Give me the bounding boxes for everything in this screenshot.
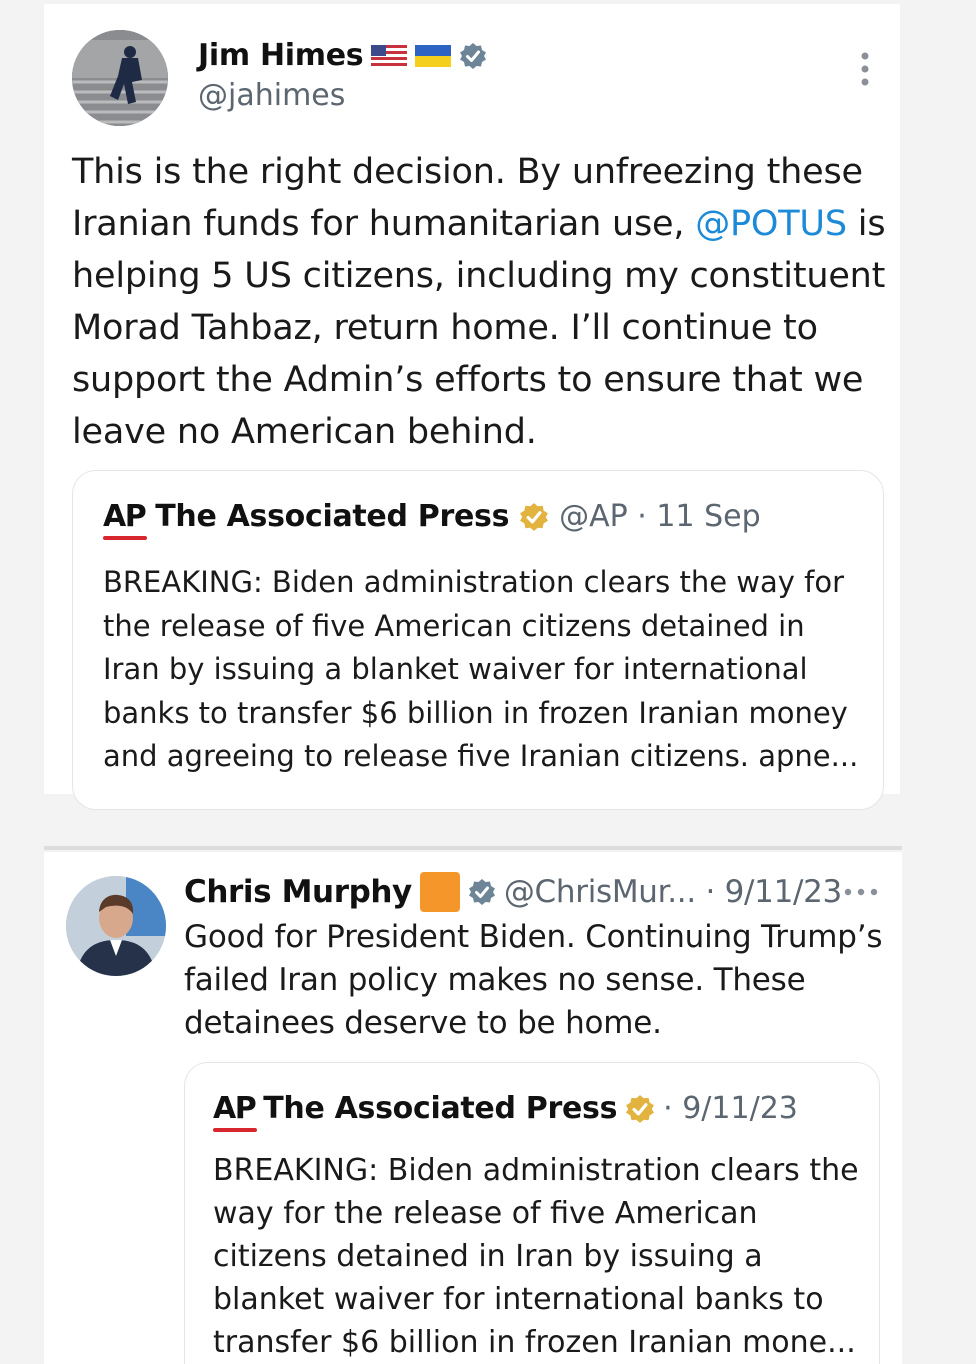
verified-badge-icon[interactable] <box>468 878 496 906</box>
more-vertical-icon[interactable] <box>860 52 870 86</box>
more-horizontal-icon[interactable] <box>844 882 878 896</box>
quoted-tweet-ap[interactable]: AP The Associated Press @AP · 11 Sep BRE… <box>72 470 884 810</box>
screenshot-page: Jim Himes @jahimes This is the right dec… <box>0 0 976 1364</box>
author-handle-date[interactable]: @ChrisMur... · 9/11/23 <box>504 874 842 910</box>
tweet-text: Good for President Biden. Continuing Tru… <box>184 919 883 1041</box>
tweet-jim-himes[interactable]: Jim Himes @jahimes This is the right dec… <box>44 4 900 810</box>
quoted-date: · 9/11/23 <box>663 1091 798 1126</box>
quoted-tweet-text: BREAKING: Biden administration clears th… <box>213 1153 859 1360</box>
quoted-handle-date: @AP · 11 Sep <box>559 499 761 534</box>
gold-verified-badge-icon <box>625 1094 655 1124</box>
ap-logo: AP <box>103 498 148 540</box>
mention-link[interactable]: @POTUS <box>695 204 847 244</box>
avatar-jim-himes[interactable] <box>72 30 168 126</box>
quoted-author-name[interactable]: The Associated Press <box>155 499 509 534</box>
quoted-author-name[interactable]: The Associated Press <box>263 1091 617 1126</box>
tweet-text: This is the right decision. By unfreezin… <box>72 146 892 458</box>
divider <box>44 846 902 850</box>
quoted-tweet-text: BREAKING: Biden administration clears th… <box>103 565 859 773</box>
avatar-chris-murphy[interactable] <box>66 876 166 976</box>
flag-ukraine-icon <box>415 44 452 67</box>
flag-us-icon <box>371 44 408 67</box>
author-row: Jim Himes <box>198 38 487 73</box>
ap-logo: AP <box>213 1090 258 1132</box>
author-name[interactable]: Jim Himes <box>198 38 364 73</box>
author-name[interactable]: Chris Murphy <box>184 874 412 910</box>
verified-badge-icon[interactable] <box>459 42 487 70</box>
tweet-chris-murphy[interactable]: Chris Murphy @ChrisMur... · 9/11/23 Good… <box>44 852 902 1364</box>
orange-square-emoji-icon <box>419 872 460 912</box>
gold-verified-badge-icon <box>519 502 549 532</box>
author-row: Chris Murphy @ChrisMur... · 9/11/23 <box>184 872 842 912</box>
quoted-tweet-ap[interactable]: AP The Associated Press · 9/11/23 BREAKI… <box>184 1062 880 1364</box>
quoted-tweet-header: AP The Associated Press @AP · 11 Sep <box>103 498 761 540</box>
quoted-tweet-header: AP The Associated Press · 9/11/23 <box>213 1090 798 1132</box>
author-handle[interactable]: @jahimes <box>198 78 345 113</box>
